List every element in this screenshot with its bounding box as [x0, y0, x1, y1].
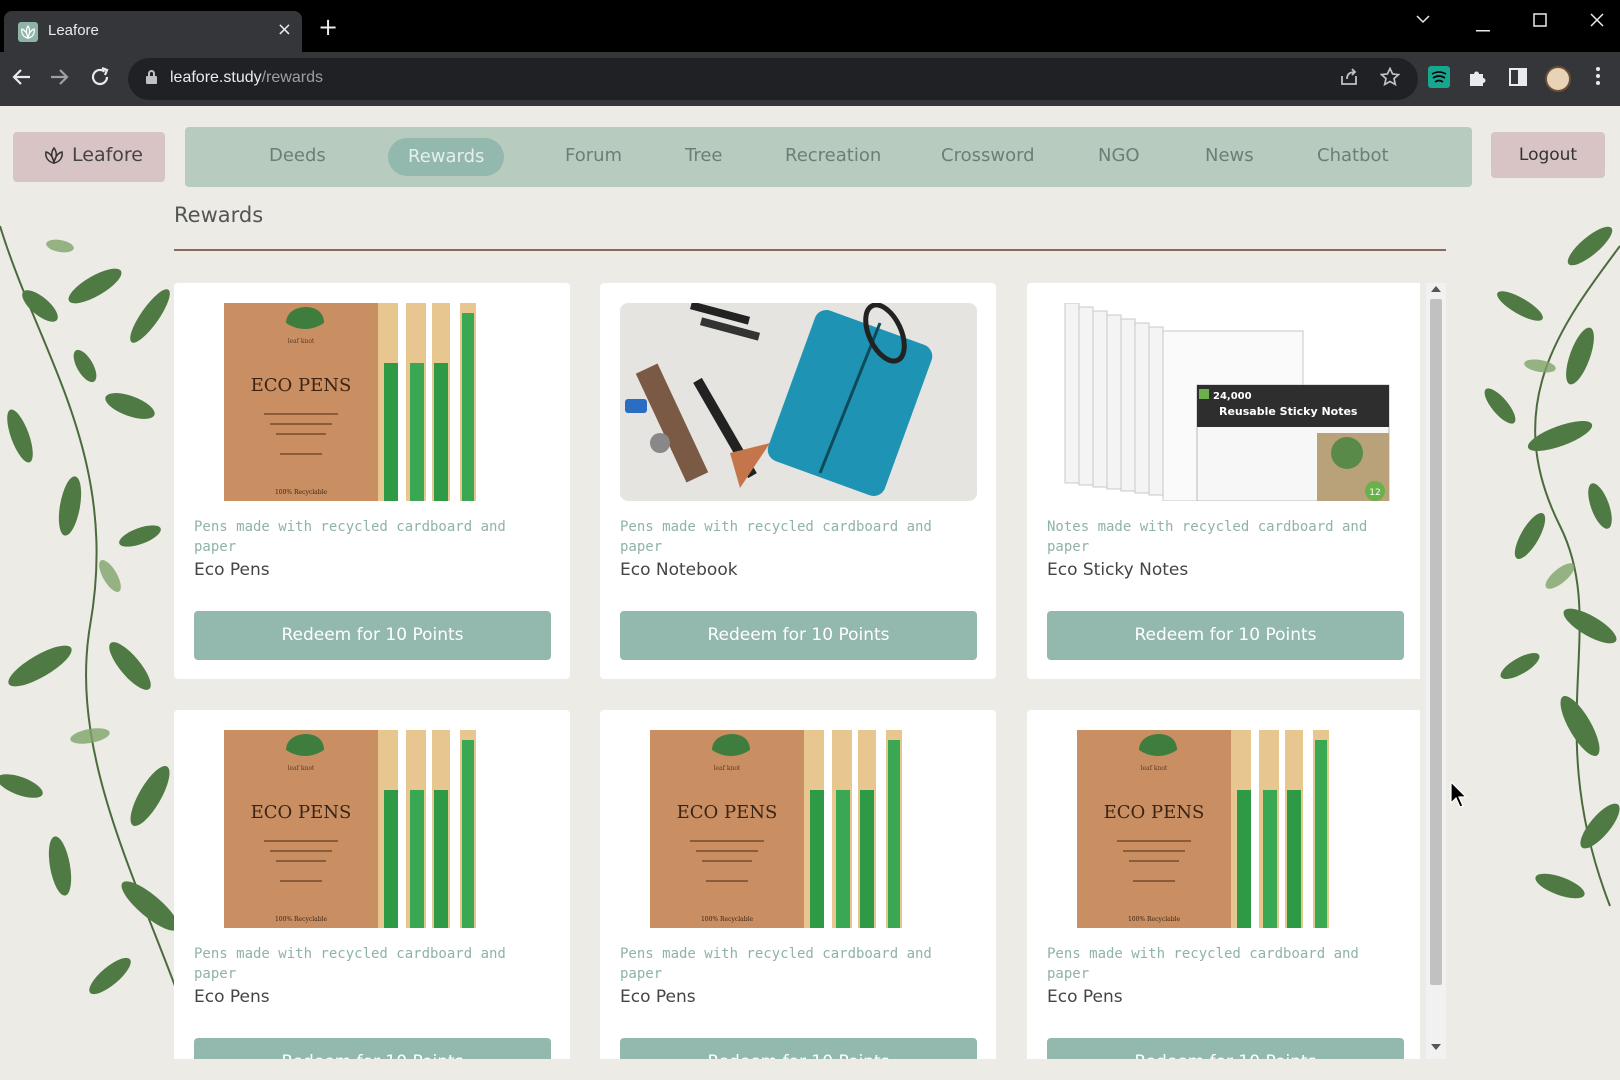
- svg-text:leaf knot: leaf knot: [714, 765, 741, 772]
- close-tab-icon[interactable]: ×: [277, 19, 292, 40]
- new-tab-button[interactable]: +: [318, 15, 338, 39]
- tab-title: Leafore: [48, 22, 99, 39]
- scrollbar-thumb[interactable]: [1430, 299, 1442, 985]
- reward-description: Pens made with recycled cardboard and pa…: [194, 946, 506, 982]
- maximize-icon[interactable]: [1533, 11, 1547, 32]
- reward-description: Notes made with recycled cardboard and p…: [1047, 519, 1368, 555]
- address-bar[interactable]: leafore.study/rewards: [128, 58, 1418, 100]
- back-arrow-icon[interactable]: [10, 66, 32, 94]
- main-navigation: Deeds Rewards Forum Tree Recreation Cros…: [185, 127, 1472, 187]
- browser-tab[interactable]: Leafore ×: [4, 11, 302, 52]
- side-panel-icon[interactable]: [1507, 66, 1529, 88]
- brand-home-button[interactable]: Leafore: [13, 132, 165, 182]
- browser-tab-bar: Leafore × +: [0, 0, 1620, 52]
- nav-item-rewards[interactable]: Rewards: [388, 138, 505, 176]
- reward-card: leaf knot ECO PENS 100% Recyclable Pens …: [174, 710, 570, 1059]
- nav-item-forum[interactable]: Forum: [565, 145, 622, 166]
- svg-text:ECO PENS: ECO PENS: [1104, 802, 1205, 823]
- svg-text:leaf knot: leaf knot: [1141, 765, 1168, 772]
- eco-notebook-image: [620, 303, 977, 501]
- nav-item-chatbot[interactable]: Chatbot: [1317, 145, 1389, 166]
- reward-description: Pens made with recycled cardboard and pa…: [194, 519, 506, 555]
- reward-name: Eco Notebook: [620, 560, 738, 580]
- close-window-icon[interactable]: [1590, 11, 1604, 32]
- rewards-grid: leaf knot ECO PENS 100% Recyclable Pens …: [174, 283, 1420, 1059]
- reward-card: leaf knot ECO PENS 100% Recyclable Pens …: [600, 710, 996, 1059]
- reward-name: Eco Pens: [194, 987, 270, 1007]
- svg-text:ECO PENS: ECO PENS: [251, 802, 352, 823]
- svg-text:100% Recyclable: 100% Recyclable: [1128, 916, 1180, 923]
- extension-app-icon[interactable]: [1428, 66, 1450, 88]
- svg-text:12: 12: [1369, 488, 1380, 498]
- minimize-icon[interactable]: [1476, 16, 1490, 37]
- leaf-favicon-icon: [18, 22, 38, 42]
- reward-name: Eco Pens: [1047, 987, 1123, 1007]
- logout-button[interactable]: Logout: [1491, 132, 1605, 178]
- reward-name: Eco Sticky Notes: [1047, 560, 1189, 580]
- reward-description: Pens made with recycled cardboard and pa…: [620, 946, 932, 982]
- redeem-button[interactable]: Redeem for 10 Points: [194, 1038, 551, 1059]
- eco-pens-image: leaf knot ECO PENS 100% Recyclable: [194, 303, 551, 501]
- nav-item-recreation[interactable]: Recreation: [785, 145, 881, 166]
- lock-icon: [146, 70, 157, 84]
- nav-item-crossword[interactable]: Crossword: [941, 145, 1035, 166]
- url-text[interactable]: leafore.study/rewards: [170, 69, 323, 87]
- profile-avatar[interactable]: [1545, 66, 1571, 92]
- svg-text:ECO PENS: ECO PENS: [677, 802, 778, 823]
- svg-text:ECO PENS: ECO PENS: [251, 375, 352, 396]
- reward-card: leaf knot ECO PENS 100% Recyclable Pens …: [1027, 710, 1420, 1059]
- reward-card: leaf knot ECO PENS 100% Recyclable Pens …: [174, 283, 570, 679]
- title-divider: [174, 249, 1446, 251]
- rewards-scrollbar[interactable]: [1426, 283, 1446, 1059]
- page-title: Rewards: [174, 203, 264, 227]
- browser-toolbar: leafore.study/rewards: [0, 52, 1620, 106]
- brand-name: Leafore: [72, 144, 143, 166]
- share-icon[interactable]: [1339, 67, 1359, 92]
- eco-pens-image: leaf knot ECO PENS 100% Recyclable: [194, 730, 551, 928]
- nav-item-deeds[interactable]: Deeds: [269, 145, 326, 166]
- nav-item-tree[interactable]: Tree: [685, 145, 723, 166]
- eco-sticky-notes-image: 24,000 Reusable Sticky Notes 12: [1047, 303, 1404, 501]
- reward-card: Pens made with recycled cardboard and pa…: [600, 283, 996, 679]
- reward-description: Pens made with recycled cardboard and pa…: [1047, 946, 1359, 982]
- more-menu-icon[interactable]: [1595, 66, 1601, 91]
- svg-text:24,000: 24,000: [1213, 391, 1252, 402]
- redeem-button[interactable]: Redeem for 10 Points: [1047, 611, 1404, 660]
- redeem-button[interactable]: Redeem for 10 Points: [620, 611, 977, 660]
- svg-text:leaf knot: leaf knot: [288, 338, 315, 345]
- reload-icon[interactable]: [89, 66, 111, 94]
- nav-item-ngo[interactable]: NGO: [1098, 145, 1140, 166]
- tab-search-icon[interactable]: [1416, 8, 1430, 29]
- decorative-leaves-left: [0, 225, 179, 995]
- forward-arrow-icon[interactable]: [49, 66, 71, 94]
- nav-item-news[interactable]: News: [1205, 145, 1254, 166]
- decorative-leaves-right: [1484, 226, 1620, 907]
- page-viewport: Leafore Deeds Rewards Forum Tree Recreat…: [0, 106, 1620, 1080]
- lotus-logo-icon: [43, 146, 65, 168]
- redeem-button[interactable]: Redeem for 10 Points: [194, 611, 551, 660]
- mouse-cursor-icon: [1450, 781, 1468, 808]
- reward-name: Eco Pens: [620, 987, 696, 1007]
- svg-text:100% Recyclable: 100% Recyclable: [701, 916, 753, 923]
- reward-name: Eco Pens: [194, 560, 270, 580]
- svg-text:leaf knot: leaf knot: [288, 765, 315, 772]
- reward-description: Pens made with recycled cardboard and pa…: [620, 519, 932, 555]
- svg-text:Reusable Sticky Notes: Reusable Sticky Notes: [1219, 405, 1358, 418]
- eco-pens-image: leaf knot ECO PENS 100% Recyclable: [620, 730, 977, 928]
- redeem-button[interactable]: Redeem for 10 Points: [1047, 1038, 1404, 1059]
- eco-pens-image: leaf knot ECO PENS 100% Recyclable: [1047, 730, 1404, 928]
- redeem-button[interactable]: Redeem for 10 Points: [620, 1038, 977, 1059]
- reward-card: 24,000 Reusable Sticky Notes 12 Notes ma…: [1027, 283, 1420, 679]
- bookmark-star-icon[interactable]: [1379, 66, 1401, 92]
- extensions-puzzle-icon[interactable]: [1467, 66, 1489, 88]
- svg-text:100% Recyclable: 100% Recyclable: [275, 489, 327, 496]
- scroll-down-arrow-icon[interactable]: [1431, 1043, 1441, 1054]
- svg-text:100% Recyclable: 100% Recyclable: [275, 916, 327, 923]
- scroll-up-arrow-icon[interactable]: [1431, 285, 1441, 296]
